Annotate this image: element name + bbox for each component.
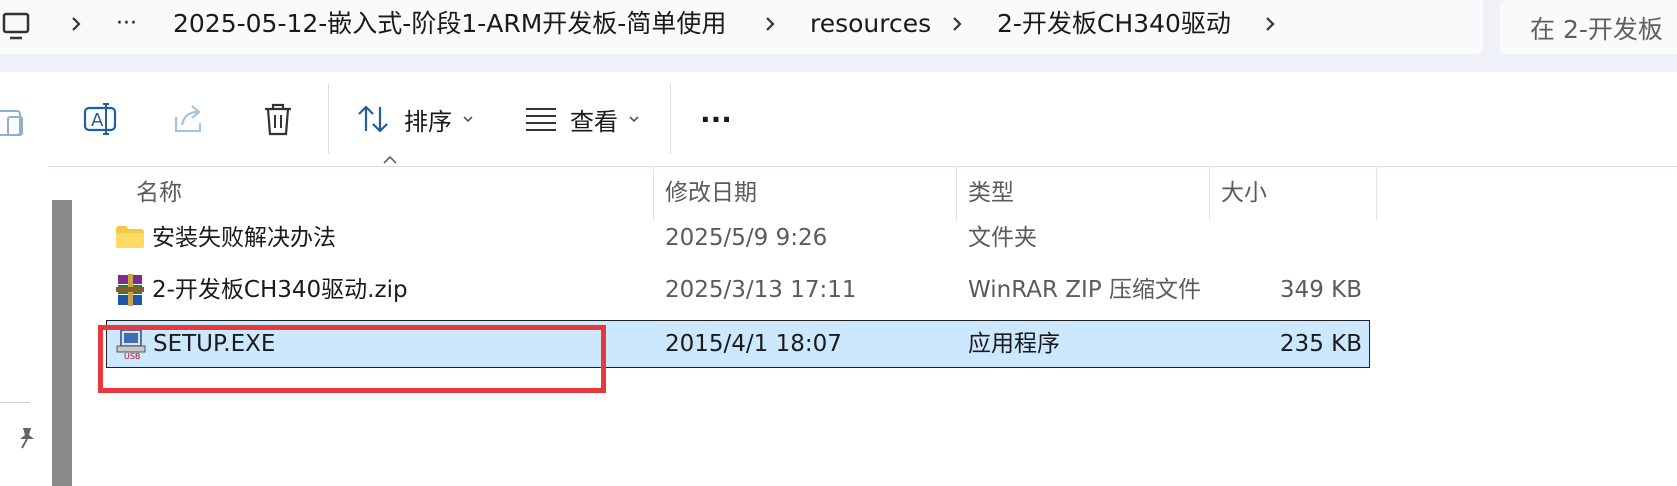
file-size: 349 KB <box>1279 277 1362 303</box>
file-row-folder[interactable]: 安装失败解决办法 2025/5/9 9:26 文件夹 <box>113 214 1466 262</box>
paste-icon <box>0 110 23 136</box>
sort-icon <box>358 105 388 133</box>
winrar-icon <box>116 274 144 306</box>
view-label: 查看 <box>570 107 618 136</box>
breadcrumb-item-current-folder[interactable]: 2-开发板CH340驱动 <box>997 8 1231 40</box>
file-name: 2-开发板CH340驱动.zip <box>152 277 408 303</box>
column-header-type[interactable]: 类型 <box>968 166 1014 220</box>
highlight-annotation-box <box>98 325 606 393</box>
breadcrumb-item-project[interactable]: 2025-05-12-嵌入式-阶段1-ARM开发板-简单使用 <box>173 8 726 40</box>
rename-icon: A <box>83 103 117 135</box>
view-button[interactable]: 查看 <box>524 72 644 166</box>
address-bar[interactable]: ··· 2025-05-12-嵌入式-阶段1-ARM开发板-简单使用 resou… <box>0 0 1483 54</box>
toolbar-separator <box>670 84 671 154</box>
delete-button[interactable] <box>262 72 294 166</box>
toolbar-separator <box>328 84 329 154</box>
share-icon <box>174 105 202 133</box>
file-type: WinRAR ZIP 压缩文件 <box>968 277 1201 303</box>
chevron-right-icon[interactable] <box>758 8 782 40</box>
column-header-name[interactable]: 名称 <box>136 166 182 220</box>
column-divider[interactable] <box>956 166 957 220</box>
sort-ascending-indicator-icon <box>383 155 397 164</box>
column-header-size[interactable]: 大小 <box>1221 166 1267 220</box>
column-divider[interactable] <box>1209 166 1210 220</box>
chevron-right-icon[interactable] <box>945 8 969 40</box>
file-type: 应用程序 <box>968 331 1060 357</box>
this-pc-icon[interactable] <box>0 10 34 44</box>
file-size: 235 KB <box>1279 331 1362 357</box>
pin-icon[interactable] <box>14 425 40 451</box>
search-box[interactable]: 在 2-开发板 <box>1500 0 1677 54</box>
svg-text:A: A <box>91 110 104 131</box>
column-divider[interactable] <box>1376 166 1377 220</box>
column-header-modified[interactable]: 修改日期 <box>665 166 757 220</box>
navigation-divider <box>0 402 30 403</box>
chevron-right-icon[interactable] <box>64 8 88 40</box>
more-options-button[interactable]: ··· <box>700 72 732 166</box>
file-modified: 2025/5/9 9:26 <box>665 225 828 251</box>
share-button[interactable] <box>172 72 208 166</box>
paste-button[interactable] <box>0 72 30 166</box>
file-type: 文件夹 <box>968 225 1037 251</box>
command-bar: A 排序 查看 ··· <box>0 72 1677 167</box>
sort-button[interactable]: 排序 <box>356 72 478 166</box>
breadcrumb-ellipsis[interactable]: ··· <box>116 8 137 40</box>
file-size <box>1221 214 1362 262</box>
file-row-zip[interactable]: 2-开发板CH340驱动.zip 2025/3/13 17:11 WinRAR … <box>113 266 1466 314</box>
more-options-icon: ··· <box>700 102 732 136</box>
rename-button[interactable]: A <box>82 72 118 166</box>
column-divider[interactable] <box>653 166 654 220</box>
chevron-down-icon <box>463 116 473 123</box>
folder-icon <box>116 226 144 248</box>
file-modified: 2015/4/1 18:07 <box>665 331 842 357</box>
search-placeholder: 在 2-开发板 <box>1530 15 1663 44</box>
sort-label: 排序 <box>404 107 452 136</box>
breadcrumb-item-resources[interactable]: resources <box>810 8 931 40</box>
file-modified: 2025/3/13 17:11 <box>665 277 857 303</box>
chevron-right-icon[interactable] <box>1258 8 1282 40</box>
navigation-scrollbar[interactable] <box>52 200 72 486</box>
chevron-down-icon <box>629 116 639 123</box>
view-list-icon <box>526 108 556 131</box>
file-name: 安装失败解决办法 <box>152 225 336 251</box>
trash-icon <box>265 103 291 136</box>
